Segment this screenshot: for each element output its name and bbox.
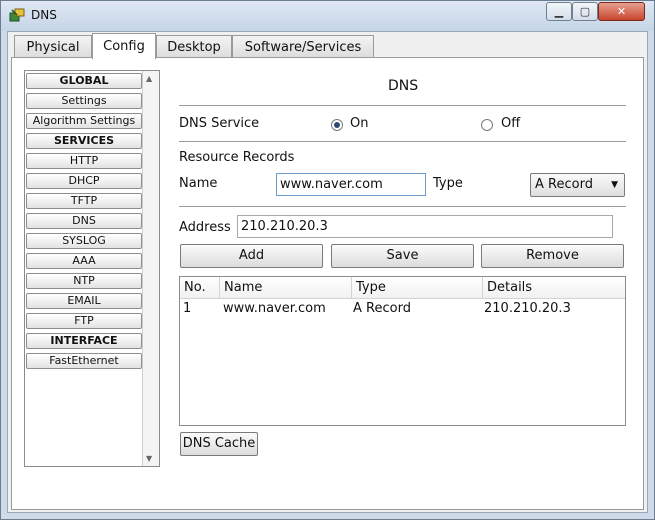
config-panel: GLOBAL Settings Algorithm Settings SERVI… (11, 57, 644, 510)
type-select-value: A Record (535, 177, 593, 192)
records-table: No. Name Type Details 1 www.naver.com A … (179, 276, 626, 426)
minimize-icon: ▁ (554, 5, 564, 18)
sidebar-item-algorithm-settings[interactable]: Algorithm Settings (26, 113, 142, 129)
cell-details: 210.210.20.3 (484, 301, 571, 316)
type-select[interactable]: A Record ▼ (530, 173, 625, 197)
add-button[interactable]: Add (180, 244, 323, 268)
scroll-down-arrow-icon[interactable]: ▼ (146, 454, 152, 463)
title-bar[interactable]: DNS ▁ ▢ ✕ (1, 1, 654, 31)
sidebar-header-global[interactable]: GLOBAL (26, 73, 142, 89)
tab-desktop[interactable]: Desktop (156, 35, 232, 58)
table-header-divider (180, 298, 625, 299)
sidebar: GLOBAL Settings Algorithm Settings SERVI… (24, 70, 160, 467)
resource-records-label: Resource Records (179, 150, 295, 165)
window-title: DNS (31, 8, 57, 22)
sidebar-header-interface[interactable]: INTERFACE (26, 333, 142, 349)
sidebar-item-dhcp[interactable]: DHCP (26, 173, 142, 189)
sidebar-item-aaa[interactable]: AAA (26, 253, 142, 269)
tab-software-services[interactable]: Software/Services (232, 35, 374, 58)
address-input[interactable]: 210.210.20.3 (237, 215, 613, 238)
name-input[interactable]: www.naver.com (276, 173, 426, 196)
sidebar-item-settings[interactable]: Settings (26, 93, 142, 109)
sidebar-item-syslog[interactable]: SYSLOG (26, 233, 142, 249)
divider (179, 141, 626, 142)
dns-off-label[interactable]: Off (501, 116, 520, 131)
sidebar-item-fastethernet[interactable]: FastEthernet (26, 353, 142, 369)
column-header-name[interactable]: Name (220, 277, 352, 298)
divider (179, 105, 626, 106)
cell-type: A Record (353, 301, 411, 316)
maximize-button[interactable]: ▢ (572, 2, 598, 21)
column-header-no[interactable]: No. (180, 277, 220, 298)
minimize-button[interactable]: ▁ (546, 2, 572, 21)
cell-no: 1 (183, 301, 192, 316)
cell-name: www.naver.com (223, 301, 326, 316)
sidebar-item-dns[interactable]: DNS (26, 213, 142, 229)
type-label: Type (433, 176, 463, 191)
sidebar-scrollbar[interactable]: ▲ ▼ (142, 71, 159, 466)
dns-window: DNS ▁ ▢ ✕ Physical Config Desktop Softwa… (0, 0, 655, 520)
dns-on-label[interactable]: On (350, 116, 368, 131)
scroll-up-arrow-icon[interactable]: ▲ (146, 74, 152, 83)
sidebar-item-ftp[interactable]: FTP (26, 313, 142, 329)
column-header-details[interactable]: Details (483, 277, 625, 298)
client-area: Physical Config Desktop Software/Service… (7, 31, 648, 513)
dns-service-label: DNS Service (179, 116, 260, 131)
app-icon (9, 8, 25, 22)
sidebar-item-http[interactable]: HTTP (26, 153, 142, 169)
divider (179, 206, 626, 207)
sidebar-item-tftp[interactable]: TFTP (26, 193, 142, 209)
dns-off-radio[interactable] (481, 119, 493, 131)
tab-config[interactable]: Config (92, 33, 156, 59)
column-header-type[interactable]: Type (352, 277, 483, 298)
tab-physical[interactable]: Physical (14, 35, 92, 58)
dns-cache-button[interactable]: DNS Cache (180, 432, 258, 456)
sidebar-item-email[interactable]: EMAIL (26, 293, 142, 309)
maximize-icon: ▢ (579, 5, 591, 18)
close-icon: ✕ (616, 5, 627, 18)
dns-on-radio[interactable] (331, 119, 343, 131)
address-label: Address (179, 220, 231, 235)
save-button[interactable]: Save (331, 244, 474, 268)
name-label: Name (179, 176, 218, 191)
sidebar-header-services[interactable]: SERVICES (26, 133, 142, 149)
section-title: DNS (388, 78, 419, 94)
remove-button[interactable]: Remove (481, 244, 624, 268)
sidebar-item-ntp[interactable]: NTP (26, 273, 142, 289)
close-button[interactable]: ✕ (598, 2, 645, 21)
chevron-down-icon: ▼ (611, 180, 618, 190)
